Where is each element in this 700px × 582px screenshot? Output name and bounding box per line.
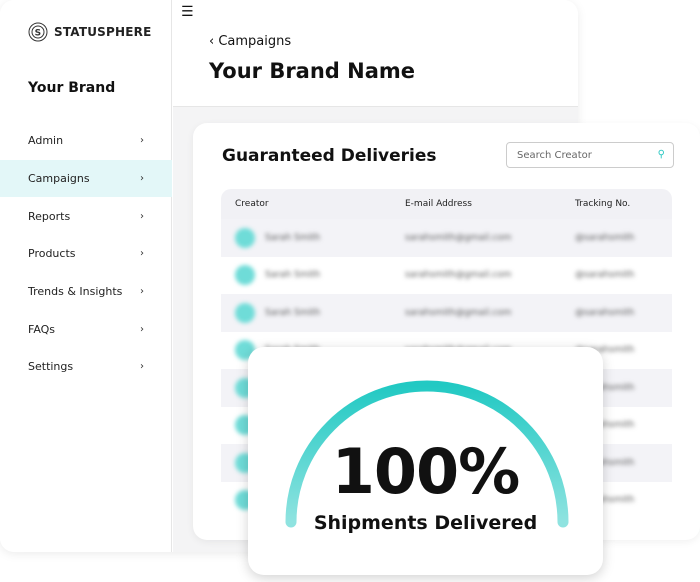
creator-email: sarahsmith@gmail.com <box>405 307 512 318</box>
logo[interactable]: S STATUSPHERE <box>28 22 152 42</box>
avatar <box>235 265 255 286</box>
creator-email: sarahsmith@gmail.com <box>405 270 512 281</box>
back-label: Campaigns <box>218 34 292 49</box>
search-placeholder: Search Creator <box>517 150 592 161</box>
chevron-right-icon: › <box>140 248 144 260</box>
search-input[interactable]: Search Creator ⚲ <box>506 142 674 168</box>
back-link[interactable]: ‹ Campaigns <box>209 34 291 49</box>
svg-text:S: S <box>35 29 42 39</box>
chevron-right-icon: › <box>140 135 144 147</box>
gauge-label: Shipments Delivered <box>313 512 538 534</box>
tracking-number: @sarahsmith <box>575 270 635 281</box>
statusphere-logo-icon: S <box>28 22 48 42</box>
chevron-right-icon: › <box>140 173 144 185</box>
tracking-number: @sarahsmith <box>575 307 635 318</box>
column-tracking[interactable]: Tracking No. <box>561 199 672 209</box>
table-header: Creator E-mail Address Tracking No. <box>221 189 672 219</box>
search-icon[interactable]: ⚲ <box>658 149 665 160</box>
creator-name: Sarah Smith <box>265 232 321 243</box>
card-title: Guaranteed Deliveries <box>222 146 437 166</box>
table-row[interactable]: Sarah Smith sarahsmith@gmail.com @sarahsmi… <box>221 257 672 295</box>
sidebar-item-faqs[interactable]: FAQs › <box>0 310 172 348</box>
chevron-right-icon: › <box>140 286 144 298</box>
sidebar-item-label: Trends & Insights <box>28 285 123 299</box>
creator-name: Sarah Smith <box>265 307 321 318</box>
tracking-number: @sarahsmith <box>575 232 635 243</box>
sidebar-item-label: Reports <box>28 209 71 223</box>
avatar <box>235 302 255 323</box>
sidebar-item-settings[interactable]: Settings › <box>0 348 172 386</box>
sidebar-nav: Admin › Campaigns › Reports › Products › Trends … <box>0 122 172 386</box>
sidebar: S STATUSPHERE Your Brand Admin › Campaigns… <box>0 0 172 552</box>
sidebar-item-products[interactable]: Products › <box>0 235 172 273</box>
sidebar-item-admin[interactable]: Admin › <box>0 122 172 160</box>
brand-name: Your Brand <box>28 80 116 96</box>
shipments-gauge-card: 100% Shipments Delivered <box>248 347 603 575</box>
creator-name: Sarah Smith <box>265 270 321 281</box>
chevron-right-icon: › <box>140 210 144 222</box>
sidebar-item-label: Settings <box>28 360 74 374</box>
sidebar-item-label: Campaigns <box>28 172 90 186</box>
chevron-left-icon: ‹ <box>209 34 219 49</box>
column-email[interactable]: E-mail Address <box>391 199 561 209</box>
creator-email: sarahsmith@gmail.com <box>405 232 512 243</box>
avatar <box>235 227 255 248</box>
table-row[interactable]: Sarah Smith sarahsmith@gmail.com @sarahsmi… <box>221 294 672 332</box>
logo-text: STATUSPHERE <box>54 25 152 39</box>
table-row[interactable]: Sarah Smith sarahsmith@gmail.com @sarahsmi… <box>221 219 672 257</box>
sidebar-item-reports[interactable]: Reports › <box>0 197 172 235</box>
hamburger-icon[interactable]: ☰ <box>181 4 194 20</box>
sidebar-item-label: FAQs <box>28 322 56 336</box>
chevron-right-icon: › <box>140 361 144 373</box>
sidebar-item-trends-insights[interactable]: Trends & Insights › <box>0 273 172 311</box>
page-title: Your Brand Name <box>209 59 416 83</box>
page-header: ☰ ‹ Campaigns Your Brand Name <box>173 0 578 107</box>
gauge-value: 100% <box>331 435 521 508</box>
chevron-right-icon: › <box>140 323 144 335</box>
column-creator[interactable]: Creator <box>221 199 391 209</box>
sidebar-item-label: Admin <box>28 134 64 148</box>
sidebar-item-campaigns[interactable]: Campaigns › <box>0 159 172 198</box>
sidebar-item-label: Products <box>28 247 76 261</box>
